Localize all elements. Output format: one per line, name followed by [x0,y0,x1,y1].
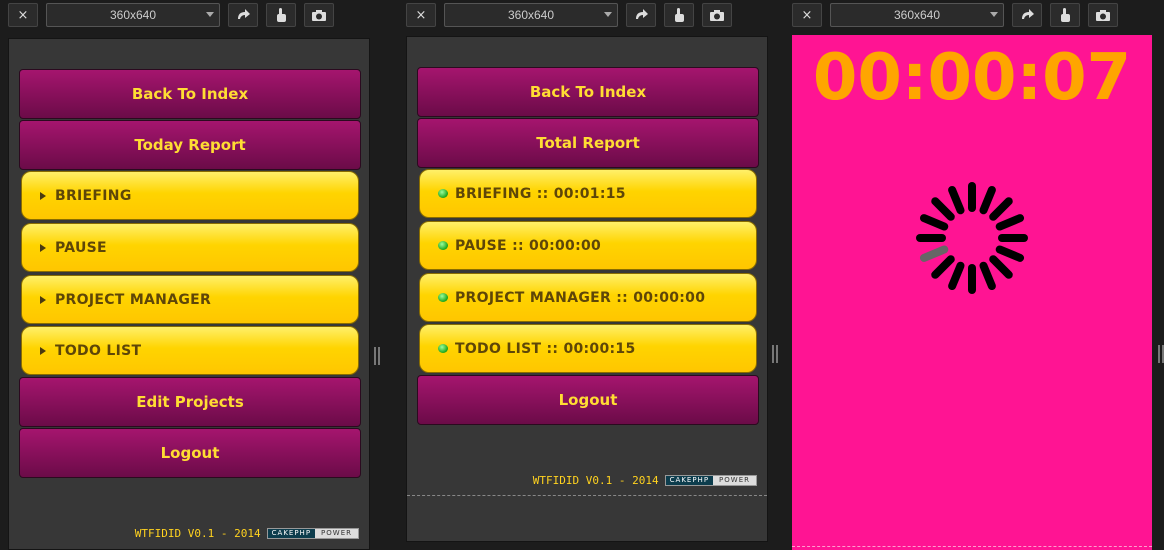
loading-spinner-icon [916,182,1028,294]
list-item[interactable]: PAUSE :: 00:00:00 [419,221,757,270]
spinner-segment [931,197,955,221]
viewport-fold-line [792,546,1152,547]
status-dot-icon [438,344,448,353]
spinner-segment [919,245,949,262]
cakephp-badge[interactable]: CAKEPHP POWER [664,475,757,486]
close-button[interactable]: × [792,3,822,27]
touch-button[interactable] [1050,3,1080,27]
touch-icon [675,8,684,22]
rotate-icon [1022,9,1034,19]
spinner-segment [989,197,1013,221]
edit-projects-button[interactable]: Edit Projects [19,377,361,427]
spinner-segment [919,214,949,231]
resize-handle[interactable] [772,345,778,363]
list-item[interactable]: PAUSE [21,223,359,272]
status-dot-icon [438,241,448,250]
emulator-toolbar: × 360x640 [792,0,1118,30]
chevron-down-icon [604,12,612,17]
close-button[interactable]: × [8,3,38,27]
spinner-segment [995,214,1025,231]
footer-text: WTFIDID V0.1 - 2014 [532,474,659,487]
footer-text: WTFIDID V0.1 - 2014 [134,527,261,540]
close-icon: × [17,7,29,23]
spinner-segment [979,261,996,291]
rotate-icon [636,9,648,19]
cakephp-badge[interactable]: CAKEPHP POWER [266,528,359,539]
touch-button[interactable] [664,3,694,27]
close-icon: × [801,7,813,23]
list-item[interactable]: PROJECT MANAGER [21,275,359,324]
list-item[interactable]: TODO LIST :: 00:00:15 [419,324,757,373]
rotate-button[interactable] [1012,3,1042,27]
status-dot-icon [438,293,448,302]
status-dot-icon [438,189,448,198]
screenshot-button[interactable] [1088,3,1118,27]
emulator-toolbar: × 360x640 [8,0,334,30]
chevron-down-icon [990,12,998,17]
screenshot-button[interactable] [304,3,334,27]
close-icon: × [415,7,427,23]
panel-2: × 360x640 Back To Index Total Report BRI… [406,0,768,550]
timer-screen: 00:00:07 [792,35,1152,550]
camera-icon [1096,9,1110,21]
rotate-icon [238,9,250,19]
device-screen: Back To Index Today Report BRIEFING PAUS… [8,38,370,550]
touch-icon [1061,8,1070,22]
spinner-segment [948,185,965,215]
device-screen: Back To Index Total Report BRIEFING :: 0… [406,36,768,542]
chevron-down-icon [206,12,214,17]
spinner-segment [989,255,1013,279]
list-item[interactable]: TODO LIST [21,326,359,375]
close-button[interactable]: × [406,3,436,27]
viewport-select[interactable]: 360x640 [46,3,220,27]
spinner-segment [931,255,955,279]
touch-button[interactable] [266,3,296,27]
logout-button[interactable]: Logout [417,375,759,425]
resize-handle[interactable] [1158,345,1164,363]
today-report-button[interactable]: Today Report [19,120,361,170]
logout-button[interactable]: Logout [19,428,361,478]
panel-3: × 360x640 00:00:07 [792,0,1154,550]
footer: WTFIDID V0.1 - 2014 CAKEPHP POWER [135,527,359,540]
spinner-segment [979,185,996,215]
spinner-segment [995,245,1025,262]
camera-icon [710,9,724,21]
viewport-fold-line [407,495,767,496]
total-report-button[interactable]: Total Report [417,118,759,168]
resize-handle[interactable] [374,347,380,365]
touch-icon [277,8,286,22]
rotate-button[interactable] [626,3,656,27]
footer: WTFIDID V0.1 - 2014 CAKEPHP POWER [533,474,757,487]
viewport-select[interactable]: 360x640 [444,3,618,27]
timer-display: 00:00:07 [812,41,1132,115]
emulator-toolbar: × 360x640 [406,0,732,30]
panel-1: × 360x640 Back To Index Today Report BRI… [8,0,370,550]
list-item[interactable]: PROJECT MANAGER :: 00:00:00 [419,273,757,322]
play-arrow-icon [40,346,46,355]
back-to-index-button[interactable]: Back To Index [417,67,759,117]
play-arrow-icon [40,295,46,304]
screenshot-button[interactable] [702,3,732,27]
viewport-select[interactable]: 360x640 [830,3,1004,27]
spinner-segment [948,261,965,291]
list-item[interactable]: BRIEFING :: 00:01:15 [419,169,757,218]
list-item[interactable]: BRIEFING [21,171,359,220]
camera-icon [312,9,326,21]
back-to-index-button[interactable]: Back To Index [19,69,361,119]
play-arrow-icon [40,243,46,252]
play-arrow-icon [40,191,46,200]
rotate-button[interactable] [228,3,258,27]
